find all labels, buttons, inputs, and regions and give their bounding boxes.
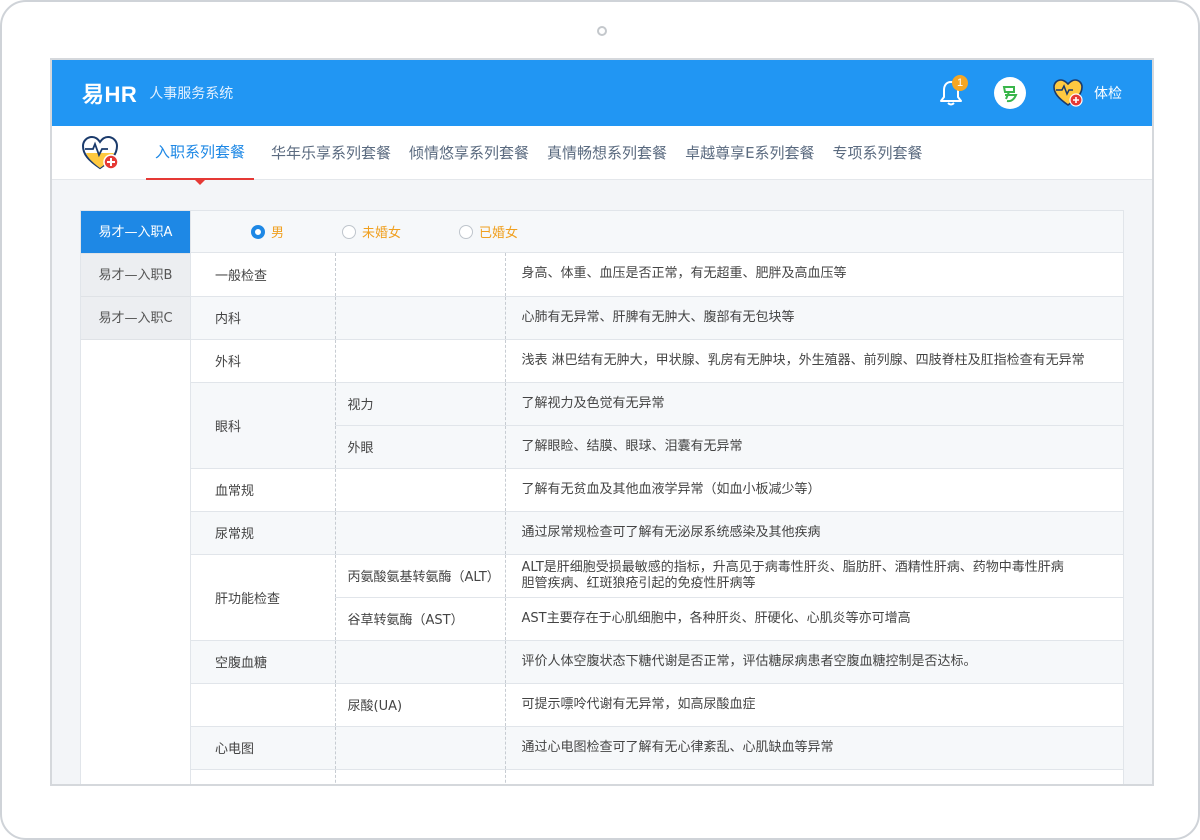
company-logo-button[interactable]	[994, 77, 1026, 109]
item-description: 了解有无贫血及其他血液学异常（如血小板减少等）	[504, 468, 1123, 512]
table-row: 尿酸(UA) 可提示嘌呤代谢有无异常，如高尿酸血症	[191, 683, 1123, 727]
top-header: 易HR 人事服务系统 1 体检	[52, 60, 1152, 126]
item-name: 内科	[191, 296, 335, 340]
radio-checked-icon	[251, 224, 265, 239]
exam-items-table: 一般检查 身高、体重、血压是否正常，有无超重、肥胖及高血压等 内科 心肺有无异常…	[191, 253, 1123, 784]
radio-unchecked-icon	[459, 224, 474, 239]
radio-unchecked-icon	[342, 224, 357, 239]
package-detail-panel: 易才—入职A 易才—入职B 易才—入职C 男 未婚女 已婚女 一般检查 身高、体…	[80, 210, 1124, 784]
item-description: 评价人体空腹状态下糖代谢是否正常，评估糖尿病患者空腹血糖控制是否达标。	[504, 640, 1123, 684]
checkup-label[interactable]: 体检	[1094, 83, 1122, 103]
gender-label-male: 男	[271, 226, 285, 241]
package-items: 男 未婚女 已婚女 一般检查 身高、体重、血压是否正常，有无超重、肥胖及高血压等…	[191, 211, 1123, 784]
sidebar-item-package-b[interactable]: 易才—入职B	[81, 254, 190, 297]
table-row: 空腹血糖 评价人体空腹状态下糖代谢是否正常，评估糖尿病患者空腹血糖控制是否达标。	[191, 640, 1123, 684]
sub-item-name: 外眼	[334, 425, 505, 469]
company-logo-icon	[1002, 86, 1018, 103]
item-description: 身高、体重、血压是否正常，有无超重、肥胖及高血压等	[504, 253, 1123, 297]
item-description: 心肺有无异常、肝脾有无肿大、腹部有无包块等	[504, 296, 1123, 340]
item-description: 了解视力及色觉有无异常	[504, 382, 1123, 426]
table-row: 外科 浅表 淋巴结有无肿大，甲状腺、乳房有无肿块，外生殖器、前列腺、四肢脊柱及肛…	[191, 339, 1123, 383]
gender-label-married-female: 已婚女	[479, 226, 519, 241]
table-row: 内科 心肺有无异常、肝脾有无肿大、腹部有无包块等	[191, 296, 1123, 340]
item-name: 眼科	[191, 382, 335, 469]
item-description: 了解眼睑、结膜、眼球、泪囊有无异常	[504, 425, 1123, 469]
item-description: 通过心电图检查可了解有无心律紊乱、心肌缺血等异常	[504, 726, 1123, 770]
table-row: 血常规 了解有无贫血及其他血液学异常（如血小板减少等）	[191, 468, 1123, 512]
sidebar-item-package-a[interactable]: 易才—入职A	[81, 211, 190, 254]
notification-badge: 1	[952, 75, 968, 91]
sub-item-name: 谷草转氨酶（AST）	[334, 597, 505, 641]
app-screen: 易HR 人事服务系统 1 体检 入职系列套餐 华年乐享系列套餐 倾情悠享系列套餐…	[50, 58, 1154, 786]
gender-radio-married-female[interactable]: 已婚女	[459, 222, 518, 241]
item-description: 通过尿常规检查可了解有无泌尿系统感染及其他疾病	[504, 511, 1123, 555]
item-name: 尿常规	[191, 511, 335, 555]
sidebar-item-package-c[interactable]: 易才—入职C	[81, 297, 190, 340]
sub-item-name: 尿酸(UA)	[334, 683, 505, 727]
laptop-frame: 易HR 人事服务系统 1 体检 入职系列套餐 华年乐享系列套餐 倾情悠享系列套餐…	[0, 0, 1200, 840]
system-subtitle: 人事服务系统	[149, 86, 234, 102]
item-description: AST主要存在于心肌细胞中，各种肝炎、肝硬化、心肌炎等亦可增高	[504, 597, 1123, 641]
item-name: 心电图	[191, 726, 335, 770]
table-row: 眼科 视力 了解视力及色觉有无异常	[191, 382, 1123, 469]
item-description: 浅表 淋巴结有无肿大，甲状腺、乳房有无肿块，外生殖器、前列腺、四肢脊柱及肛指检查…	[504, 339, 1123, 383]
tab-onboarding-packages[interactable]: 入职系列套餐	[146, 126, 255, 185]
item-description-line: 胆管疾病、红斑狼疮引起的免疫性肝病等	[521, 575, 756, 591]
table-row: 一般检查 身高、体重、血压是否正常，有无超重、肥胖及高血压等	[191, 253, 1123, 297]
tab-zhuoyue-packages[interactable]: 卓越尊享E系列套餐	[676, 126, 823, 180]
table-row: 肝功能检查 丙氨酸氨基转氨酶（ALT） ALT是肝细胞受损最敏感的指标，升高见于…	[191, 554, 1123, 641]
notification-button[interactable]: 1	[936, 75, 968, 108]
item-name: 一般检查	[191, 253, 335, 297]
item-name: 外科	[191, 339, 335, 383]
heart-checkup-icon[interactable]	[1052, 78, 1084, 108]
item-description: ALT是肝细胞受损最敏感的指标，升高见于病毒性肝炎、脂肪肝、酒精性肝病、药物中毒…	[504, 554, 1123, 598]
heart-health-icon	[81, 135, 119, 170]
gender-label-unmarried-female: 未婚女	[362, 226, 402, 241]
sub-item-name: 视力	[334, 382, 505, 426]
brand-logo[interactable]: 易HR	[82, 77, 137, 109]
tab-special-packages[interactable]: 专项系列套餐	[824, 126, 932, 180]
package-sidebar: 易才—入职A 易才—入职B 易才—入职C	[81, 211, 191, 784]
table-row: 心电图 通过心电图检查可了解有无心律紊乱、心肌缺血等异常	[191, 726, 1123, 770]
tab-zhenqing-packages[interactable]: 真情畅想系列套餐	[538, 126, 676, 180]
gender-selector: 男 未婚女 已婚女	[191, 211, 1123, 253]
item-name: 肝功能检查	[191, 554, 335, 641]
gender-radio-male[interactable]: 男	[251, 222, 284, 241]
tab-qingqing-packages[interactable]: 倾情悠享系列套餐	[400, 126, 538, 180]
item-description: 可提示嘌呤代谢有无异常，如高尿酸血症	[504, 683, 1123, 727]
item-name: 血常规	[191, 468, 335, 512]
camera-dot	[597, 26, 607, 36]
item-name: 空腹血糖	[191, 640, 335, 684]
package-tabs: 入职系列套餐 华年乐享系列套餐 倾情悠享系列套餐 真情畅想系列套餐 卓越尊享E系…	[52, 126, 1152, 185]
table-row: 尿常规 通过尿常规检查可了解有无泌尿系统感染及其他疾病	[191, 511, 1123, 555]
table-row	[191, 769, 1123, 784]
gender-radio-unmarried-female[interactable]: 未婚女	[342, 222, 401, 241]
sub-item-name: 丙氨酸氨基转氨酶（ALT）	[334, 554, 505, 598]
item-description-line: ALT是肝细胞受损最敏感的指标，升高见于病毒性肝炎、脂肪肝、酒精性肝病、药物中毒…	[521, 559, 1064, 575]
tab-huanian-packages[interactable]: 华年乐享系列套餐	[262, 126, 400, 180]
